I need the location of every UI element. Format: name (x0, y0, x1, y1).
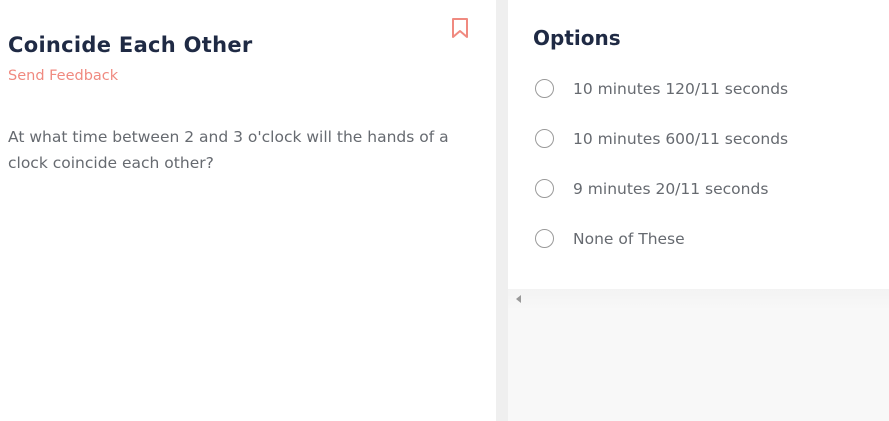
question-text: At what time between 2 and 3 o'clock wil… (8, 128, 449, 172)
options-title: Options (533, 26, 621, 50)
option-label: 10 minutes 600/11 seconds (573, 130, 789, 148)
radio-button[interactable] (535, 229, 554, 248)
radio-button[interactable] (535, 79, 554, 98)
option-label: 10 minutes 120/11 seconds (573, 80, 789, 98)
panel-divider[interactable] (496, 0, 508, 421)
question-title: Coincide Each Other (8, 33, 253, 57)
scroll-left-icon[interactable] (516, 295, 521, 303)
option-label: 9 minutes 20/11 seconds (573, 180, 769, 198)
radio-button[interactable] (535, 129, 554, 148)
send-feedback-link[interactable]: Send Feedback (8, 68, 118, 84)
bookmark-icon[interactable] (451, 17, 469, 39)
question-panel: Coincide Each Other Send Feedback At wha… (0, 0, 496, 421)
horizontal-scrollbar[interactable] (508, 289, 889, 311)
option-label: None of These (573, 230, 685, 248)
radio-button[interactable] (535, 179, 554, 198)
